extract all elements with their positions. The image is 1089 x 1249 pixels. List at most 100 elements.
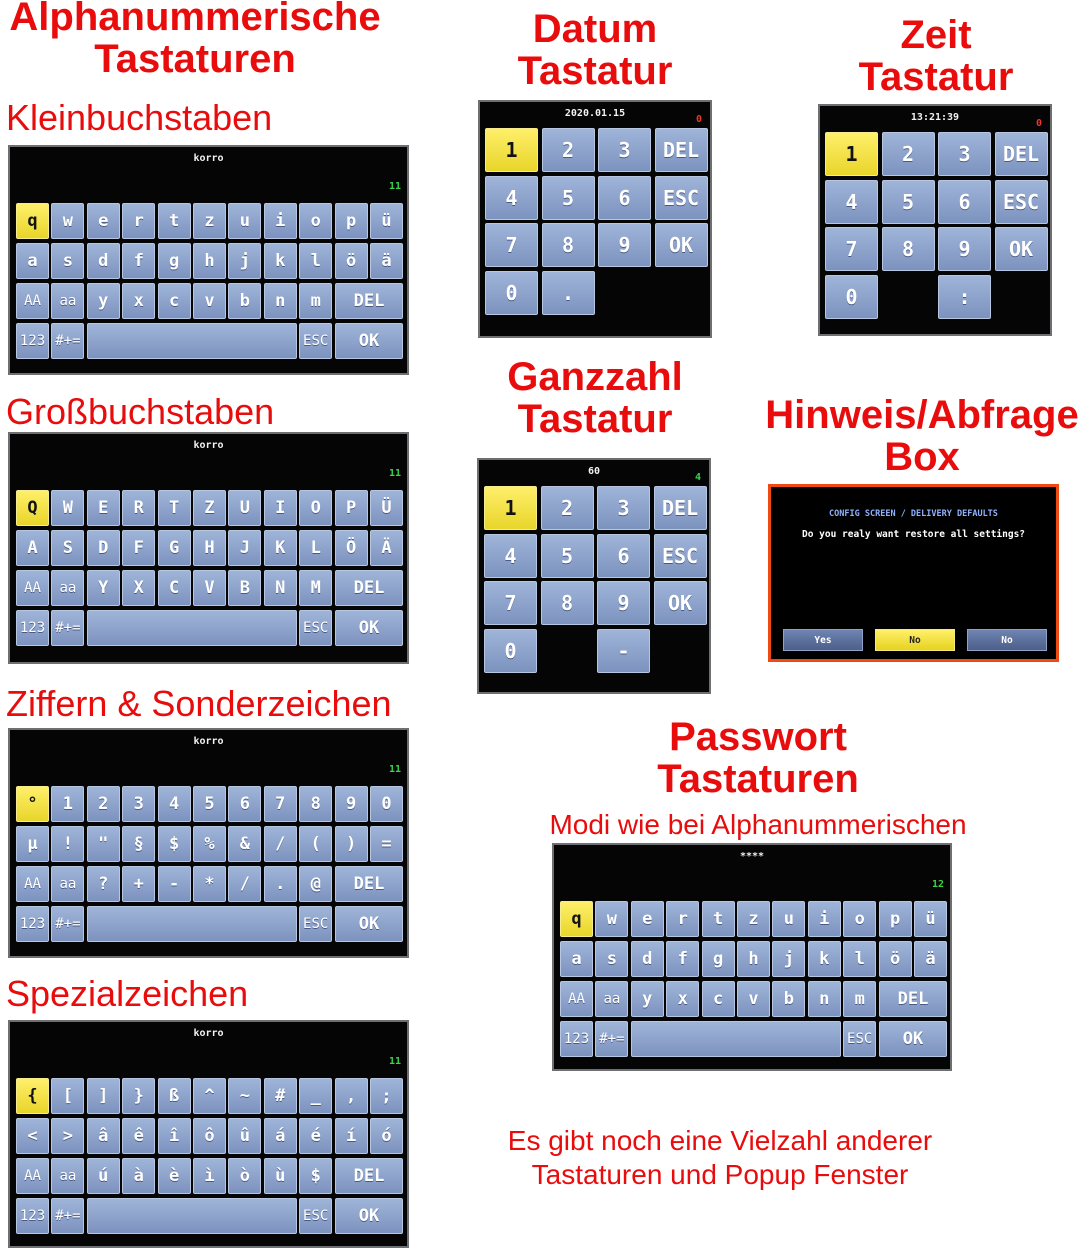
key-char-3[interactable]: + [122, 866, 156, 902]
key-5[interactable]: 5 [881, 179, 935, 224]
dialog-no-button[interactable]: No [967, 629, 1047, 651]
key-mode-symbols[interactable]: #+= [595, 1021, 629, 1057]
key-esc[interactable]: ESC [994, 179, 1048, 224]
input-field-value[interactable]: korro [10, 736, 407, 747]
key-6[interactable]: 6 [597, 533, 650, 578]
key-caps-lower[interactable]: aa [51, 1158, 85, 1194]
key-4[interactable]: 4 [485, 175, 538, 220]
key-r[interactable]: r [122, 203, 156, 239]
key-char-6[interactable]: û [228, 1118, 262, 1154]
key-z[interactable]: z [737, 901, 770, 937]
key-char-10[interactable]: Ä [370, 530, 403, 566]
key-char-8[interactable]: $ [299, 1158, 333, 1194]
key-m[interactable]: M [299, 570, 333, 606]
key-0[interactable]: 0 [825, 274, 878, 319]
key-2[interactable]: 2 [540, 486, 594, 530]
key-space[interactable] [86, 906, 298, 942]
key-w[interactable]: w [51, 203, 85, 239]
key-l[interactable]: l [299, 243, 333, 279]
key-del[interactable]: DEL [653, 486, 707, 530]
input-field-value[interactable]: 13:21:39 [820, 112, 1050, 123]
key-u[interactable]: u [228, 203, 262, 239]
key-space[interactable] [86, 610, 298, 646]
key-l[interactable]: l [843, 941, 877, 977]
key-char-1[interactable]: ! [51, 826, 85, 862]
key-ok[interactable]: OK [994, 227, 1048, 271]
key-mode-symbols[interactable]: #+= [51, 323, 85, 359]
key-2[interactable]: 2 [86, 786, 120, 822]
key-1[interactable]: 1 [484, 486, 537, 530]
key-mode-123[interactable]: 123 [16, 1198, 49, 1234]
key-c[interactable]: C [157, 570, 191, 606]
key-esc[interactable]: ESC [299, 1198, 333, 1234]
key-caps-lower[interactable]: aa [51, 283, 85, 319]
key-1[interactable]: 1 [485, 128, 538, 172]
key-i[interactable]: i [807, 901, 841, 937]
key-h[interactable]: H [193, 530, 226, 566]
key-7[interactable]: 7 [484, 581, 537, 625]
key-mode-123[interactable]: 123 [16, 323, 49, 359]
key-9[interactable]: 9 [938, 227, 991, 271]
key-char-10[interactable]: ó [370, 1118, 403, 1154]
key-caps-lower[interactable]: aa [51, 866, 85, 902]
key-char-8[interactable]: é [299, 1118, 333, 1154]
key-del[interactable]: DEL [334, 1158, 404, 1194]
key-3[interactable]: 3 [122, 786, 156, 822]
key-1[interactable]: 1 [51, 786, 85, 822]
key-j[interactable]: J [228, 530, 262, 566]
key-char-9[interactable]: ö [878, 941, 912, 977]
key-char-5[interactable]: * [193, 866, 226, 902]
key-char-8[interactable]: _ [299, 1078, 333, 1114]
key-n[interactable]: N [263, 570, 297, 606]
key-char-3[interactable]: } [122, 1078, 156, 1114]
key-3[interactable]: 3 [598, 128, 651, 172]
key-space[interactable] [86, 323, 298, 359]
input-field-value[interactable]: 60 [479, 466, 709, 477]
key-f[interactable]: F [122, 530, 156, 566]
key-ok[interactable]: OK [653, 581, 707, 625]
key-n[interactable]: n [263, 283, 297, 319]
key-char-9[interactable]: , [334, 1078, 368, 1114]
key-char-2[interactable]: ú [86, 1158, 120, 1194]
key-4[interactable]: 4 [484, 533, 537, 578]
key-2[interactable]: 2 [881, 132, 935, 176]
key-6[interactable]: 6 [598, 175, 651, 220]
key-8[interactable]: 8 [881, 227, 935, 271]
key-del[interactable]: DEL [654, 128, 708, 172]
key-r[interactable]: R [122, 490, 156, 526]
key-w[interactable]: w [595, 901, 629, 937]
key-5[interactable]: 5 [540, 533, 594, 578]
key-t[interactable]: t [157, 203, 191, 239]
key-f[interactable]: f [666, 941, 700, 977]
key-char-0[interactable]: µ [16, 826, 49, 862]
key-char-2[interactable]: â [86, 1118, 120, 1154]
key-caps-upper[interactable]: AA [16, 570, 49, 606]
key-5[interactable]: 5 [541, 175, 595, 220]
key-ok[interactable]: OK [334, 323, 404, 359]
key-h[interactable]: h [737, 941, 770, 977]
key-y[interactable]: y [630, 981, 664, 1017]
key-char-7[interactable]: / [263, 826, 297, 862]
key-0[interactable]: 0 [484, 628, 537, 673]
key-i[interactable]: i [263, 203, 297, 239]
key-char-6[interactable]: & [228, 826, 262, 862]
key-char-7[interactable]: # [263, 1078, 297, 1114]
key-char-7[interactable]: . [263, 866, 297, 902]
key-char-10[interactable]: ä [914, 941, 947, 977]
key-char-8[interactable]: ( [299, 826, 333, 862]
key-q[interactable]: q [560, 901, 593, 937]
input-field-value[interactable]: **** [554, 851, 950, 862]
key-l[interactable]: L [299, 530, 333, 566]
key-char-10[interactable]: ; [370, 1078, 403, 1114]
key-3[interactable]: 3 [938, 132, 991, 176]
key-u[interactable]: U [228, 490, 262, 526]
key-j[interactable]: j [772, 941, 806, 977]
key-x[interactable]: X [122, 570, 156, 606]
key-char-6[interactable]: ò [228, 1158, 262, 1194]
key-char-6[interactable]: ~ [228, 1078, 262, 1114]
key-space[interactable] [86, 1198, 298, 1234]
key-ok[interactable]: OK [334, 906, 404, 942]
key-esc[interactable]: ESC [299, 610, 333, 646]
key-e[interactable]: E [86, 490, 120, 526]
key-mode-123[interactable]: 123 [560, 1021, 593, 1057]
